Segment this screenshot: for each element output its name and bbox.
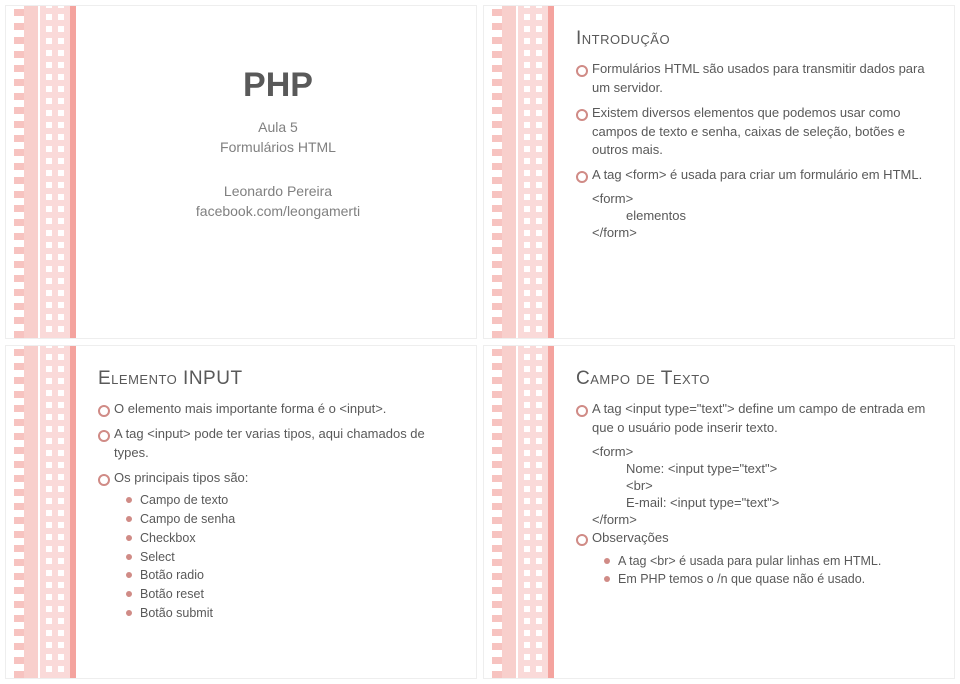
decorative-stripe <box>484 346 564 678</box>
slide-content: Introdução Formulários HTML são usados p… <box>576 28 936 320</box>
slide-content: PHP Aula 5 Formulários HTML Leonardo Per… <box>98 28 458 320</box>
code-line: </form> <box>592 225 936 240</box>
sub-bullet: Botão radio <box>126 566 458 585</box>
code-line: <form> <box>592 191 936 206</box>
decorative-stripe <box>6 346 86 678</box>
bullet: A tag <input> pode ter varias tipos, aqu… <box>98 425 458 463</box>
sub-bullet: Em PHP temos o /n que quase não é usado. <box>604 570 936 589</box>
author-name: Leonardo Pereira <box>98 183 458 199</box>
code-line: </form> <box>592 512 936 527</box>
sub-bullet-list: Campo de texto Campo de senha Checkbox S… <box>114 491 458 622</box>
code-line: E-mail: <input type="text"> <box>626 495 936 510</box>
sub-bullet: Botão reset <box>126 585 458 604</box>
slide-content: Elemento INPUT O elemento mais important… <box>98 368 458 660</box>
sub-bullet: Botão submit <box>126 604 458 623</box>
code-line: <form> <box>592 444 936 459</box>
bullet: A tag <form> é usada para criar um formu… <box>576 166 936 185</box>
slide-4: Campo de Texto A tag <input type="text">… <box>484 346 954 678</box>
bullet: O elemento mais importante forma é o <in… <box>98 400 458 419</box>
slide-heading: Campo de Texto <box>576 368 936 390</box>
slide-heading: Introdução <box>576 28 936 50</box>
bullet: Formulários HTML são usados para transmi… <box>576 60 936 98</box>
sub-bullet-list: A tag <br> é usada para pular linhas em … <box>592 552 936 590</box>
subtitle-line2: Formulários HTML <box>98 139 458 155</box>
author-block: Leonardo Pereira facebook.com/leongamert… <box>98 183 458 219</box>
slide-content: Campo de Texto A tag <input type="text">… <box>576 368 936 660</box>
subtitle-line1: Aula 5 <box>98 119 458 135</box>
sub-bullet: Checkbox <box>126 529 458 548</box>
bullet-text: Os principais tipos são: <box>114 470 248 485</box>
slide-1: PHP Aula 5 Formulários HTML Leonardo Per… <box>6 6 476 338</box>
bullet: Existem diversos elementos que podemos u… <box>576 104 936 161</box>
code-line: Nome: <input type="text"> <box>626 461 936 476</box>
title: PHP <box>98 66 458 105</box>
bullet: Os principais tipos são: Campo de texto … <box>98 469 458 623</box>
code-line: <br> <box>626 478 936 493</box>
bullet-list: O elemento mais importante forma é o <in… <box>98 400 458 623</box>
subtitle-block: Aula 5 Formulários HTML <box>98 119 458 155</box>
slide-heading: Elemento INPUT <box>98 368 458 390</box>
sub-bullet: Campo de senha <box>126 510 458 529</box>
slide-3: Elemento INPUT O elemento mais important… <box>6 346 476 678</box>
sub-bullet: A tag <br> é usada para pular linhas em … <box>604 552 936 571</box>
code-line: elementos <box>626 208 936 223</box>
slide-2: Introdução Formulários HTML são usados p… <box>484 6 954 338</box>
bullet-list: A tag <input type="text"> define um camp… <box>576 400 936 438</box>
author-link: facebook.com/leongamerti <box>98 203 458 219</box>
sub-bullet: Campo de texto <box>126 491 458 510</box>
decorative-stripe <box>6 6 86 338</box>
bullet-text: Observações <box>592 530 669 545</box>
bullet-list: Formulários HTML são usados para transmi… <box>576 60 936 185</box>
bullet: Observações A tag <br> é usada para pula… <box>576 529 936 589</box>
bullet: A tag <input type="text"> define um camp… <box>576 400 936 438</box>
sub-bullet: Select <box>126 548 458 567</box>
decorative-stripe <box>484 6 564 338</box>
bullet-list: Observações A tag <br> é usada para pula… <box>576 529 936 589</box>
